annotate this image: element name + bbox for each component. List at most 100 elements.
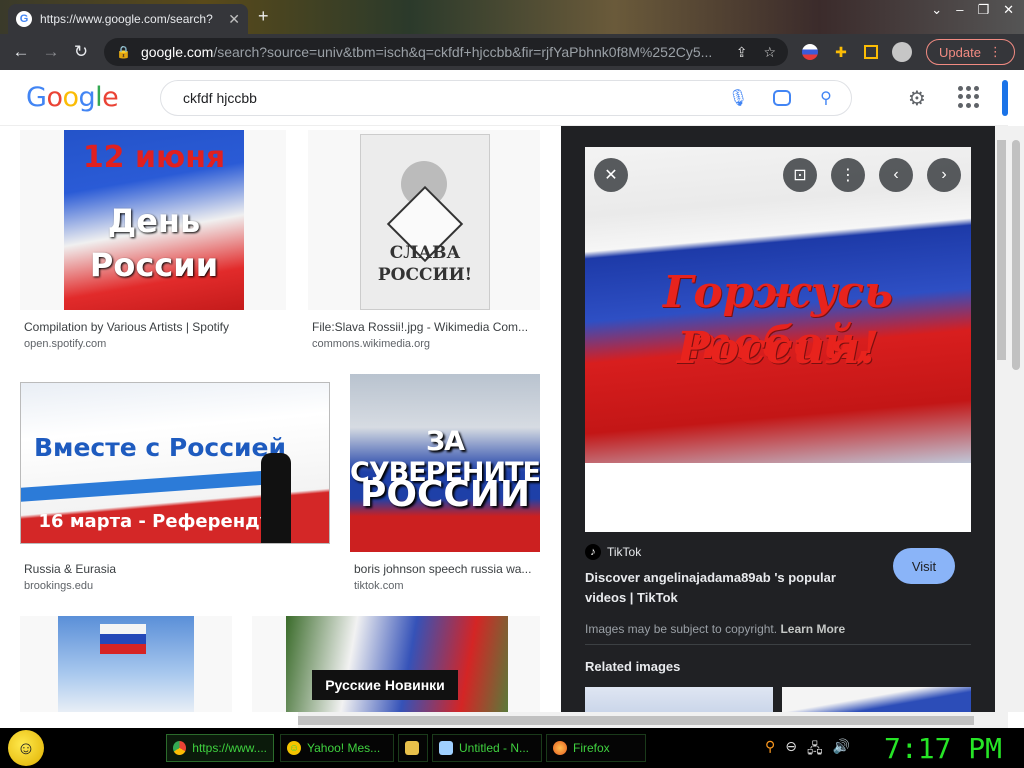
- more-options-icon[interactable]: ⋮: [831, 158, 865, 192]
- result-source-1[interactable]: open.spotify.com: [24, 338, 106, 350]
- restore-icon[interactable]: ❐: [977, 2, 989, 18]
- back-icon[interactable]: ←: [6, 42, 36, 62]
- tab-title: https://www.google.com/search?: [40, 12, 213, 26]
- bookmark-star-icon[interactable]: ☆: [763, 44, 776, 61]
- profile-avatar[interactable]: [892, 42, 912, 62]
- result-image-4[interactable]: ЗА СУВЕРЕНИТЕТ РОССИИ: [350, 374, 540, 552]
- start-smiley-icon[interactable]: ☺: [8, 730, 44, 766]
- page-scroll-thumb[interactable]: [1012, 140, 1020, 370]
- person-figure: [261, 453, 291, 543]
- image-preview-panel: Горжусь тобой, Россия! ✕ ⊡ ⋮ ‹ › ♪ TikTo…: [561, 126, 995, 712]
- minimize-icon[interactable]: –: [956, 2, 963, 18]
- related-image-2[interactable]: [782, 687, 971, 712]
- result-image-5[interactable]: [20, 616, 232, 712]
- search-box[interactable]: 🎙 ⚲: [160, 80, 852, 116]
- chevron-down-icon[interactable]: ⌄: [931, 2, 942, 18]
- taskbar: ☺ https://www.... ☺ Yahoo! Mes... Untitl…: [0, 728, 1024, 768]
- result-image-1[interactable]: 12 июня День России: [20, 130, 286, 310]
- extensions-puzzle-icon[interactable]: ✚: [832, 43, 850, 61]
- search-input[interactable]: [181, 89, 703, 107]
- result-title-3[interactable]: Russia & Eurasia: [24, 562, 324, 576]
- preview-image[interactable]: Горжусь тобой, Россия!: [585, 147, 971, 532]
- related-images-row: [585, 687, 971, 712]
- extension-flag-icon[interactable]: [802, 44, 818, 60]
- divider: [585, 644, 971, 645]
- russian-flag-icon: [100, 624, 146, 654]
- tiktok-icon: ♪: [585, 544, 601, 560]
- news-caption: Русские Новинки: [312, 670, 458, 700]
- learn-more-link[interactable]: Learn More: [780, 622, 845, 636]
- copyright-notice: Images may be subject to copyright. Lear…: [585, 622, 846, 636]
- result-title-2[interactable]: File:Slava Rossii!.jpg - Wikimedia Com..…: [312, 320, 538, 334]
- page-scrollbar[interactable]: [1008, 126, 1024, 712]
- taskbar-clock[interactable]: 7:17 PM: [884, 732, 1002, 765]
- sign-in-button[interactable]: [1002, 80, 1008, 116]
- lens-search-icon[interactable]: ⊡: [783, 158, 817, 192]
- visit-button[interactable]: Visit: [893, 548, 955, 584]
- apps-grid-icon[interactable]: [958, 86, 980, 108]
- reload-icon[interactable]: ↻: [66, 42, 96, 62]
- horizontal-scroll-thumb[interactable]: [298, 716, 974, 725]
- url-text: google.com/search?source=univ&tbm=isch&q…: [140, 44, 713, 60]
- logo-letter: G: [26, 82, 47, 113]
- preview-metadata: ♪ TikTok Discover angelinajadama89ab 's …: [585, 544, 971, 674]
- address-bar[interactable]: 🔒 google.com/search?source=univ&tbm=isch…: [104, 38, 788, 66]
- task-notepad[interactable]: Untitled - N...: [432, 734, 542, 762]
- related-images-heading: Related images: [585, 659, 681, 674]
- image-results: 12 июня День России Compilation by Vario…: [0, 126, 561, 712]
- new-tab-icon[interactable]: +: [258, 6, 269, 27]
- folder-icon: [405, 741, 419, 755]
- settings-gear-icon[interactable]: ⚙: [908, 86, 926, 111]
- horizontal-scrollbar[interactable]: [0, 712, 1008, 728]
- next-image-icon[interactable]: ›: [927, 158, 961, 192]
- yahoo-smiley-icon: ☺: [287, 741, 301, 755]
- google-header: Google 🎙 ⚲ ⚙: [0, 70, 1008, 126]
- panel-scrollbar[interactable]: [995, 126, 1008, 712]
- update-button[interactable]: Update ⋮: [926, 39, 1015, 65]
- browser-titlebar: G https://www.google.com/search? ✕ + ⌄ –…: [0, 0, 1024, 34]
- preview-title[interactable]: Discover angelinajadama89ab 's popular v…: [585, 568, 875, 608]
- result-image-6[interactable]: Русские Новинки: [252, 616, 540, 712]
- share-icon[interactable]: ⇪: [736, 44, 748, 61]
- side-panel-icon[interactable]: [864, 45, 878, 59]
- result-source-4[interactable]: tiktok.com: [354, 580, 404, 592]
- notepad-icon: [439, 741, 453, 755]
- tab-close-icon[interactable]: ✕: [228, 11, 240, 28]
- panel-scroll-thumb[interactable]: [997, 140, 1006, 360]
- result-title-1[interactable]: Compilation by Various Artists | Spotify: [24, 320, 284, 334]
- forward-icon[interactable]: →: [36, 42, 66, 62]
- related-image-1[interactable]: [585, 687, 773, 712]
- close-window-icon[interactable]: ✕: [1003, 2, 1014, 18]
- lock-icon[interactable]: 🔒: [116, 45, 131, 59]
- result-image-2[interactable]: СЛАВА РОССИИ!: [308, 130, 540, 310]
- minus-circle-icon[interactable]: ⊖: [785, 738, 797, 762]
- network-icon[interactable]: 🖧: [807, 738, 823, 762]
- logo-letter: o: [46, 82, 63, 113]
- task-folder[interactable]: [398, 734, 428, 762]
- logo-letter: o: [62, 82, 79, 113]
- task-yahoo-messenger[interactable]: ☺ Yahoo! Mes...: [280, 734, 394, 762]
- result-title-4[interactable]: boris johnson speech russia wa...: [354, 562, 538, 576]
- preview-image-text-2: Россия!: [676, 323, 880, 374]
- browser-tab[interactable]: G https://www.google.com/search? ✕: [8, 4, 248, 34]
- preview-site-name: TikTok: [607, 545, 642, 559]
- task-chrome[interactable]: https://www....: [166, 734, 274, 762]
- firefox-icon: [553, 741, 567, 755]
- camera-lens-icon[interactable]: [773, 90, 791, 106]
- search-tray-icon[interactable]: ⚲: [765, 738, 775, 762]
- task-firefox[interactable]: Firefox: [546, 734, 646, 762]
- logo-letter: g: [78, 82, 96, 113]
- google-logo[interactable]: Google: [26, 82, 119, 113]
- previous-image-icon[interactable]: ‹: [879, 158, 913, 192]
- result-source-3[interactable]: brookings.edu: [24, 580, 93, 592]
- more-menu-icon: ⋮: [988, 44, 1002, 59]
- browser-toolbar: ← → ↻ 🔒 google.com/search?source=univ&tb…: [0, 34, 1024, 70]
- search-icon[interactable]: ⚲: [815, 87, 837, 109]
- chrome-icon: [173, 741, 187, 755]
- result-image-3[interactable]: Вместе с Россией 16 марта - Референду: [20, 382, 330, 544]
- result-source-2[interactable]: commons.wikimedia.org: [312, 338, 430, 350]
- microphone-icon[interactable]: 🎙: [727, 87, 749, 109]
- google-favicon-icon: G: [16, 11, 32, 27]
- volume-icon[interactable]: 🔊: [833, 738, 850, 762]
- close-preview-icon[interactable]: ✕: [594, 158, 628, 192]
